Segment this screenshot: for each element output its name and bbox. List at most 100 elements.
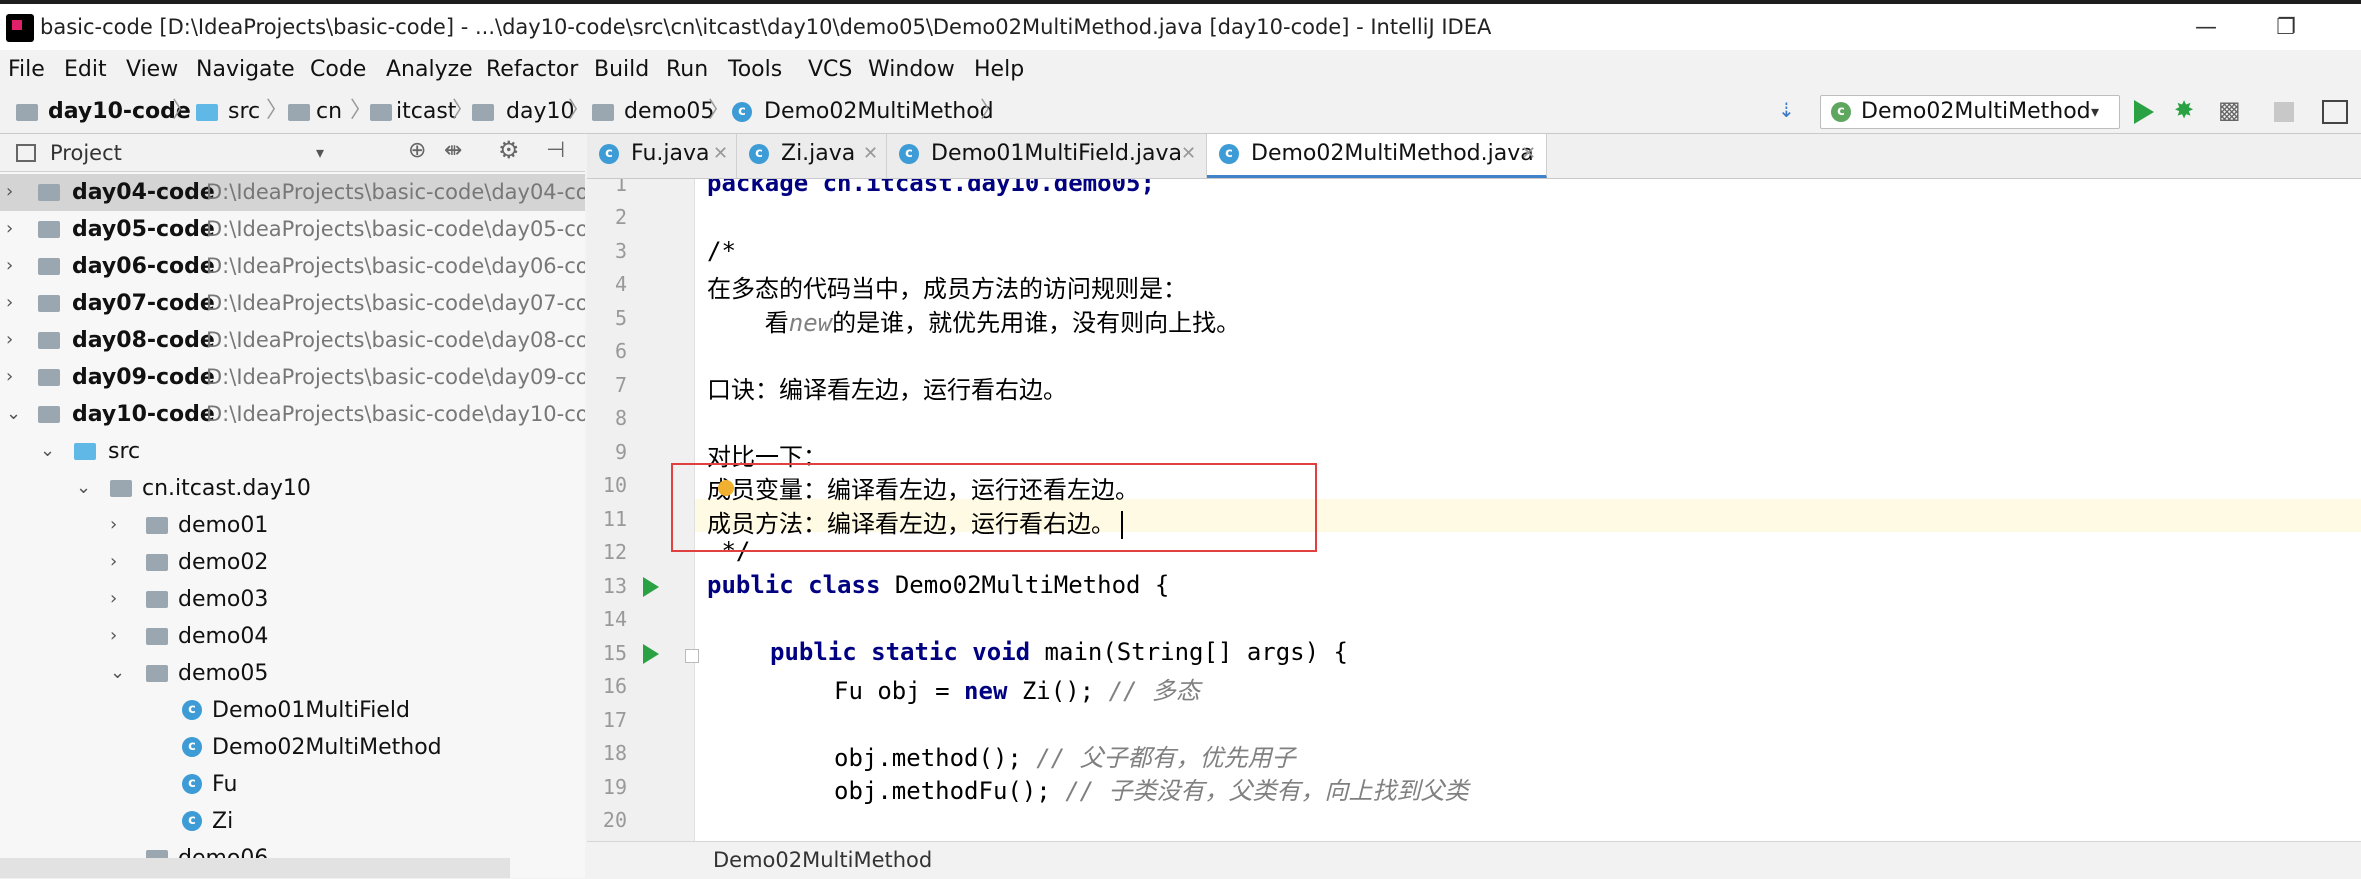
tree-item-day05-code[interactable]: › day05-code D:\IdeaProjects\basic-code\… [0,211,585,248]
breadcrumb-src[interactable]: src [228,90,260,134]
collapse-all-icon[interactable]: ⇼ [444,138,462,163]
close-icon[interactable]: ✕ [863,134,878,174]
code-line-16: Fu obj = new Zi(); // 多态 [834,671,1200,706]
menu-refactor[interactable]: Refactor [486,50,578,90]
restore-button[interactable]: ❐ [2256,10,2316,46]
chevron-down-icon[interactable]: ⌄ [40,439,56,463]
run-config-label: Demo02MultiMethod [1861,99,2091,124]
tree-item-demo02[interactable]: › demo02 [0,544,585,581]
keyword: new [964,677,1008,705]
tree-item-demo02multimethod[interactable]: c Demo02MultiMethod [0,729,585,766]
code-line-19: obj.methodFu(); // 子类没有，父类有，向上找到父类 [834,771,1469,806]
menu-vcs[interactable]: VCS [808,50,852,90]
menu-bar: File Edit View Navigate Code Analyze Ref… [0,50,2361,90]
debug-icon[interactable]: ✸ [2174,96,2194,124]
tree-item-src[interactable]: ⌄ src [0,433,585,470]
tree-item-day10-code[interactable]: ⌄ day10-code D:\IdeaProjects\basic-code\… [0,396,585,433]
intention-bulb-icon[interactable] [718,480,734,496]
tree-item-label: src [108,439,141,464]
tree-item-demo03[interactable]: › demo03 [0,581,585,618]
horizontal-scrollbar[interactable] [0,858,510,878]
menu-window[interactable]: Window [868,50,955,90]
tab-fu-java[interactable]: c Fu.java ✕ [587,134,737,178]
tree-item-demo01multifield[interactable]: c Demo01MultiField [0,692,585,729]
run-gutter-icon[interactable] [643,644,659,664]
tree-item-label: day09-code [72,365,215,390]
tab-demo01multifield-java[interactable]: c Demo01MultiField.java ✕ [887,134,1207,178]
menu-edit[interactable]: Edit [64,50,107,90]
chevron-right-icon[interactable]: › [6,365,22,389]
package-folder-icon [146,665,168,682]
minimize-button[interactable]: — [2176,10,2236,46]
class-icon: c [182,811,202,831]
tab-demo02multimethod-java[interactable]: c Demo02MultiMethod.java ✕ [1207,134,1547,178]
breadcrumb-day10[interactable]: day10 [506,90,574,134]
chevron-down-icon[interactable]: ⌄ [110,661,126,685]
menu-help[interactable]: Help [974,50,1024,90]
chevron-right-icon[interactable]: › [6,217,22,241]
close-icon[interactable]: ✕ [1521,134,1536,174]
breadcrumb-cn[interactable]: cn [316,90,342,134]
navigation-bar: day10-code 〉 src 〉 cn 〉 itcast 〉 day10 〉… [0,90,2361,134]
menu-view[interactable]: View [126,50,178,90]
coverage-icon[interactable]: ▩ [2218,96,2241,124]
hide-panel-icon[interactable]: ⊣ [546,138,565,163]
chevron-right-icon[interactable]: › [110,550,126,574]
tab-zi-java[interactable]: c Zi.java ✕ [737,134,887,178]
tree-item-day08-code[interactable]: › day08-code D:\IdeaProjects\basic-code\… [0,322,585,359]
run-icon[interactable] [2134,100,2154,124]
menu-build[interactable]: Build [594,50,649,90]
line-number: 14 [602,607,627,631]
module-folder-icon [38,406,60,423]
stop-icon[interactable] [2274,102,2294,122]
line-number: 6 [614,339,627,363]
menu-analyze[interactable]: Analyze [386,50,473,90]
tree-item-fu[interactable]: c Fu [0,766,585,803]
breadcrumb-day10-code[interactable]: day10-code [48,90,191,134]
menu-code[interactable]: Code [310,50,366,90]
chevron-right-icon[interactable]: › [6,291,22,315]
tree-item-label: day05-code [72,217,215,242]
chevron-right-icon[interactable]: › [110,513,126,537]
tree-item-cn-itcast-day10[interactable]: ⌄ cn.itcast.day10 [0,470,585,507]
chevron-right-icon[interactable]: › [110,587,126,611]
tree-item-demo05[interactable]: ⌄ demo05 [0,655,585,692]
run-configuration-select[interactable]: c Demo02MultiMethod ▾ [1820,95,2120,129]
tree-item-path: D:\IdeaProjects\basic-code\day09-code [206,365,585,389]
chevron-right-icon[interactable]: › [6,328,22,352]
menu-run[interactable]: Run [666,50,708,90]
tree-item-demo04[interactable]: › demo04 [0,618,585,655]
status-breadcrumb[interactable]: Demo02MultiMethod [713,842,932,879]
chevron-right-icon[interactable]: › [6,180,22,204]
tree-item-demo01[interactable]: › demo01 [0,507,585,544]
tree-item-day09-code[interactable]: › day09-code D:\IdeaProjects\basic-code\… [0,359,585,396]
build-project-icon[interactable]: ⇣ [1778,98,1795,122]
fold-marker-icon[interactable] [685,649,699,663]
tree-item-day07-code[interactable]: › day07-code D:\IdeaProjects\basic-code\… [0,285,585,322]
close-icon[interactable]: ✕ [713,134,728,174]
project-structure-icon[interactable] [2322,100,2348,124]
tree-item-day04-code[interactable]: › day04-code D:\IdeaProjects\basic-code\… [0,174,585,211]
tree-item-label: Zi [212,809,234,834]
run-gutter-icon[interactable] [643,577,659,597]
chevron-right-icon[interactable]: › [6,254,22,278]
breadcrumb-itcast[interactable]: itcast [396,90,456,134]
project-panel-title[interactable]: Project [50,134,122,172]
menu-file[interactable]: File [8,50,45,90]
tree-item-day06-code[interactable]: › day06-code D:\IdeaProjects\basic-code\… [0,248,585,285]
gear-icon[interactable]: ⚙ [498,136,520,164]
locate-icon[interactable]: ⊕ [408,138,426,163]
line-number: 17 [602,708,627,732]
chevron-right-icon: 〉 [172,98,195,123]
menu-tools[interactable]: Tools [728,50,782,90]
tree-item-zi[interactable]: c Zi [0,803,585,840]
chevron-down-icon[interactable]: ⌄ [6,402,22,426]
code-line-4: 在多态的代码当中，成员方法的访问规则是： [707,275,1187,303]
close-icon[interactable]: ✕ [1181,134,1196,174]
breadcrumb-demo02multimethod[interactable]: Demo02MultiMethod [764,90,994,134]
chevron-down-icon[interactable]: ⌄ [76,476,92,500]
breadcrumb-demo05[interactable]: demo05 [624,90,714,134]
menu-navigate[interactable]: Navigate [196,50,295,90]
chevron-right-icon[interactable]: › [110,624,126,648]
chevron-down-icon[interactable]: ▾ [316,134,324,172]
